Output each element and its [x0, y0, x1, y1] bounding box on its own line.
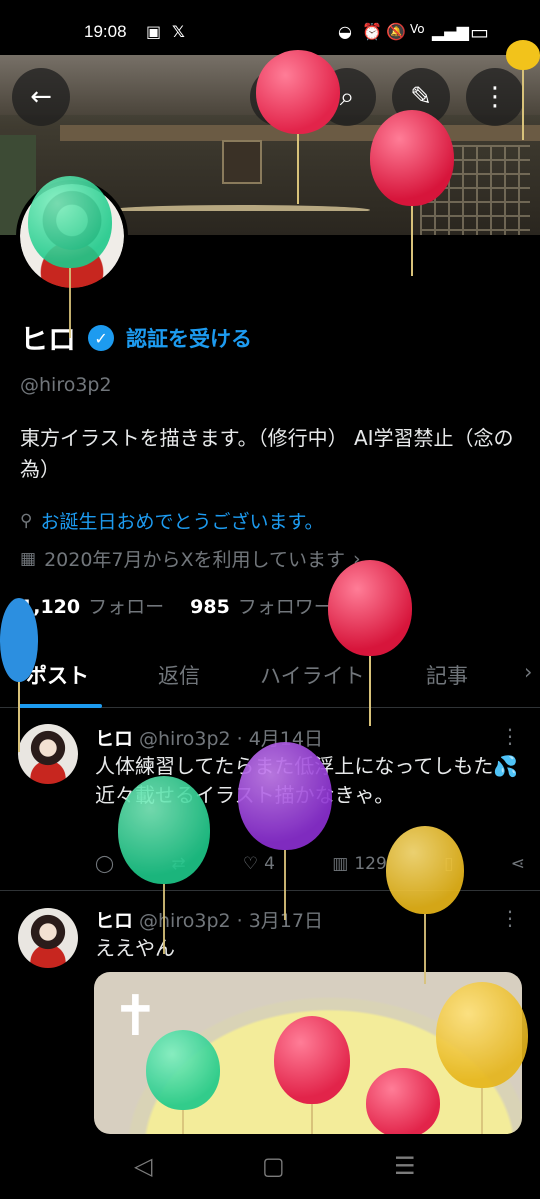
tab-articles[interactable]: 記事 — [426, 660, 468, 690]
followers-label: フォロワー — [237, 596, 333, 618]
reply-button[interactable]: ◯ — [95, 854, 114, 874]
status-bar: 19:08 ▣ 𝕏 ◒ ⏰ 🔕 Vo ▂▄▆ ▭ — [0, 0, 540, 58]
pencil-icon: ✎ — [410, 82, 432, 112]
more-vertical-icon: ⋮ — [482, 82, 508, 112]
back-arrow-icon: ← — [30, 82, 52, 112]
balloon-decoration — [506, 40, 540, 70]
reply-icon: ◯ — [95, 854, 115, 874]
get-verified-link[interactable]: 認証を受ける — [126, 323, 252, 353]
cross-decoration-icon: ✝ — [112, 984, 159, 1049]
profile-tabs: ポスト 返信 ハイライト 記事 › — [0, 640, 540, 708]
profile-bio: 東方イラストを描きます。（修行中） AI学習禁止（念の為） — [20, 426, 514, 481]
balloon-decoration — [0, 598, 38, 682]
tab-posts[interactable]: ポスト — [26, 660, 89, 690]
balloon-decoration — [256, 50, 340, 134]
views-icon: ▥ — [332, 854, 349, 874]
profile-location: ⚲ お誕生日おめでとうございます。 — [20, 507, 324, 534]
nav-recents-icon[interactable]: ☰ — [394, 1152, 416, 1180]
search-icon: ⌕ — [339, 81, 355, 112]
post-avatar[interactable] — [18, 724, 78, 784]
notification-icon: ▣ — [146, 22, 162, 41]
nav-back-icon[interactable]: ◁ — [134, 1152, 152, 1180]
status-time: 19:08 — [84, 22, 127, 41]
heart-icon: ♡ — [242, 854, 259, 874]
balloon-decoration — [370, 110, 454, 206]
back-button[interactable]: ← — [12, 68, 70, 126]
balloon-decoration — [386, 826, 464, 914]
active-tab-indicator — [18, 704, 102, 708]
post-author-name[interactable]: ヒロ — [95, 910, 133, 932]
profile-joined[interactable]: ▦ 2020年7月からXを利用しています › — [20, 545, 361, 572]
calendar-icon: ▦ — [20, 548, 37, 569]
tabs-scroll-icon[interactable]: › — [524, 660, 532, 684]
profile-name: ヒロ — [20, 323, 77, 356]
mute-icon: 🔕 — [386, 22, 406, 41]
balloon-decoration — [328, 560, 412, 656]
joined-text: 2020年7月からXを利用しています — [44, 549, 345, 571]
nav-home-icon[interactable]: ▢ — [262, 1152, 285, 1180]
post-author-handle: @hiro3p2 — [139, 910, 231, 932]
balloon-decoration — [274, 1016, 350, 1104]
following-link[interactable]: 1,120 フォロー — [20, 592, 164, 619]
followers-link[interactable]: 985 フォロワー — [190, 592, 333, 619]
tab-highlights[interactable]: ハイライト — [260, 660, 365, 690]
balloon-decoration — [436, 982, 528, 1088]
post-text: ええやん — [95, 936, 175, 960]
verified-badge-icon: ✓ — [88, 325, 115, 351]
share-button[interactable]: ⋖ — [511, 854, 525, 874]
drop-icon: ◒ — [338, 22, 352, 41]
balloon-decoration — [118, 776, 210, 884]
location-text[interactable]: お誕生日おめでとうございます。 — [40, 507, 323, 534]
profile-name-row: ヒロ ✓ 認証を受ける — [20, 318, 252, 358]
alarm-icon: ⏰ — [362, 22, 382, 41]
balloon-decoration — [238, 742, 332, 850]
system-nav-bar: ◁ ▢ ☰ — [0, 1134, 540, 1199]
post-author-handle: @hiro3p2 — [139, 728, 231, 750]
followers-count: 985 — [190, 596, 230, 618]
post-more-icon[interactable]: ⋮ — [500, 906, 520, 930]
post-date: · 3月17日 — [236, 910, 323, 932]
balloon-decoration — [146, 1030, 220, 1110]
battery-icon: ▭ — [470, 20, 489, 44]
balloon-decoration — [28, 176, 112, 268]
follow-stats: 1,120 フォロー 985 フォロワー — [20, 592, 333, 619]
balloon-decoration — [366, 1068, 440, 1138]
tab-replies[interactable]: 返信 — [158, 660, 200, 690]
post-author-name[interactable]: ヒロ — [95, 728, 133, 750]
volte-icon: Vo — [410, 22, 425, 36]
share-icon: ⋖ — [510, 854, 525, 874]
x-app-icon: 𝕏 — [172, 22, 185, 41]
post-header: ヒロ @hiro3p2 · 3月17日 — [95, 906, 323, 933]
profile-handle: @hiro3p2 — [20, 374, 112, 396]
like-button[interactable]: ♡ 4 — [243, 854, 275, 874]
more-button[interactable]: ⋮ — [466, 68, 524, 126]
post-more-icon[interactable]: ⋮ — [500, 724, 520, 748]
like-count: 4 — [264, 854, 275, 874]
location-pin-icon: ⚲ — [20, 510, 33, 531]
following-label: フォロー — [88, 596, 165, 618]
views-button[interactable]: ▥ 129 — [332, 854, 387, 874]
signal-icon: ▂▄▆ — [432, 22, 469, 41]
post-avatar[interactable] — [18, 908, 78, 968]
view-count: 129 — [354, 854, 387, 874]
